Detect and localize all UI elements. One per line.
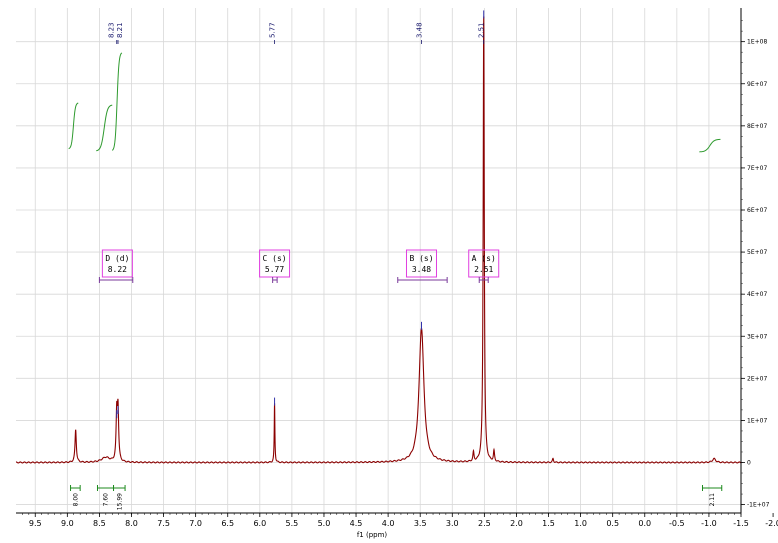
nmr-spectrum-chart: 8.23 8.21 5.77 3.48 2.51 D (d) 8.22 C (s) 5.77 B… bbox=[0, 0, 778, 543]
integral: 8.00 bbox=[70, 485, 81, 507]
x-tick-label: 9.0 bbox=[61, 519, 74, 528]
x-tick-label: 1.0 bbox=[574, 519, 587, 528]
y-tick-label: 9E+07 bbox=[747, 81, 767, 88]
integral-value: 15.99 bbox=[116, 493, 123, 510]
x-tick-label: 7.0 bbox=[189, 519, 202, 528]
x-tick-label: 8.0 bbox=[125, 519, 138, 528]
y-tick-label: 4E+07 bbox=[747, 291, 767, 298]
x-tick-label: 0.5 bbox=[606, 519, 619, 528]
x-tick-label: -0.5 bbox=[669, 519, 685, 528]
multiplet-shift: 3.48 bbox=[412, 265, 431, 274]
y-tick-label: 8E+07 bbox=[747, 123, 767, 130]
x-tick-label: 3.5 bbox=[414, 519, 427, 528]
x-tick-label: 6.0 bbox=[253, 519, 266, 528]
x-tick-label: 3.0 bbox=[446, 519, 459, 528]
x-tick-label: 2.5 bbox=[478, 519, 491, 528]
y-tick-label: 5E+07 bbox=[747, 249, 767, 256]
x-tick-label: 5.0 bbox=[318, 519, 331, 528]
peak-label: 8.23 bbox=[108, 22, 116, 38]
y-tick-label: 2E+07 bbox=[747, 375, 767, 382]
y-tick-label: 6E+07 bbox=[747, 207, 767, 214]
y-tick-label: 3E+07 bbox=[747, 333, 767, 340]
integral-value: 7.60 bbox=[103, 493, 110, 507]
x-tick-label: 1.5 bbox=[542, 519, 555, 528]
multiplet-shift: 8.22 bbox=[108, 265, 127, 274]
y-tick-label: 0 bbox=[747, 460, 751, 467]
multiplet-label: C (s) bbox=[263, 254, 287, 263]
multiplet-shift: 5.77 bbox=[265, 265, 284, 274]
x-axis-label: f1 (ppm) bbox=[357, 531, 388, 539]
x-tick-label: -1.0 bbox=[701, 519, 717, 528]
multiplet-label: D (d) bbox=[105, 254, 129, 263]
peak-label: 2.51 bbox=[478, 22, 486, 38]
x-tick-label: 9.5 bbox=[29, 519, 42, 528]
multiplet-label: B (s) bbox=[409, 254, 433, 263]
x-tick-label: -1.5 bbox=[733, 519, 749, 528]
multiplet-shift: 2.51 bbox=[474, 265, 493, 274]
integral-value: 8.00 bbox=[72, 493, 79, 507]
y-tick-label: 1E+07 bbox=[747, 417, 767, 424]
x-tick-label: 8.5 bbox=[93, 519, 106, 528]
y-tick-label: -1E+07 bbox=[747, 502, 770, 509]
x-tick-label: 5.5 bbox=[286, 519, 299, 528]
peak-label: 3.48 bbox=[415, 22, 423, 38]
peak-label: 5.77 bbox=[269, 22, 277, 38]
integral-value: 2.11 bbox=[709, 493, 716, 507]
x-tick-label: -2.0 bbox=[765, 519, 778, 528]
x-tick-label: 7.5 bbox=[157, 519, 170, 528]
x-tick-label: 4.0 bbox=[382, 519, 395, 528]
x-tick-label: 6.5 bbox=[221, 519, 234, 528]
x-tick-label: 0.0 bbox=[638, 519, 651, 528]
peak-label: 8.21 bbox=[116, 22, 124, 38]
y-tick-label: 1E+08 bbox=[747, 39, 767, 46]
y-tick-label: 7E+07 bbox=[747, 165, 767, 172]
x-tick-label: 4.5 bbox=[350, 519, 363, 528]
x-tick-label: 2.0 bbox=[510, 519, 523, 528]
multiplet-label: A (s) bbox=[472, 254, 496, 263]
